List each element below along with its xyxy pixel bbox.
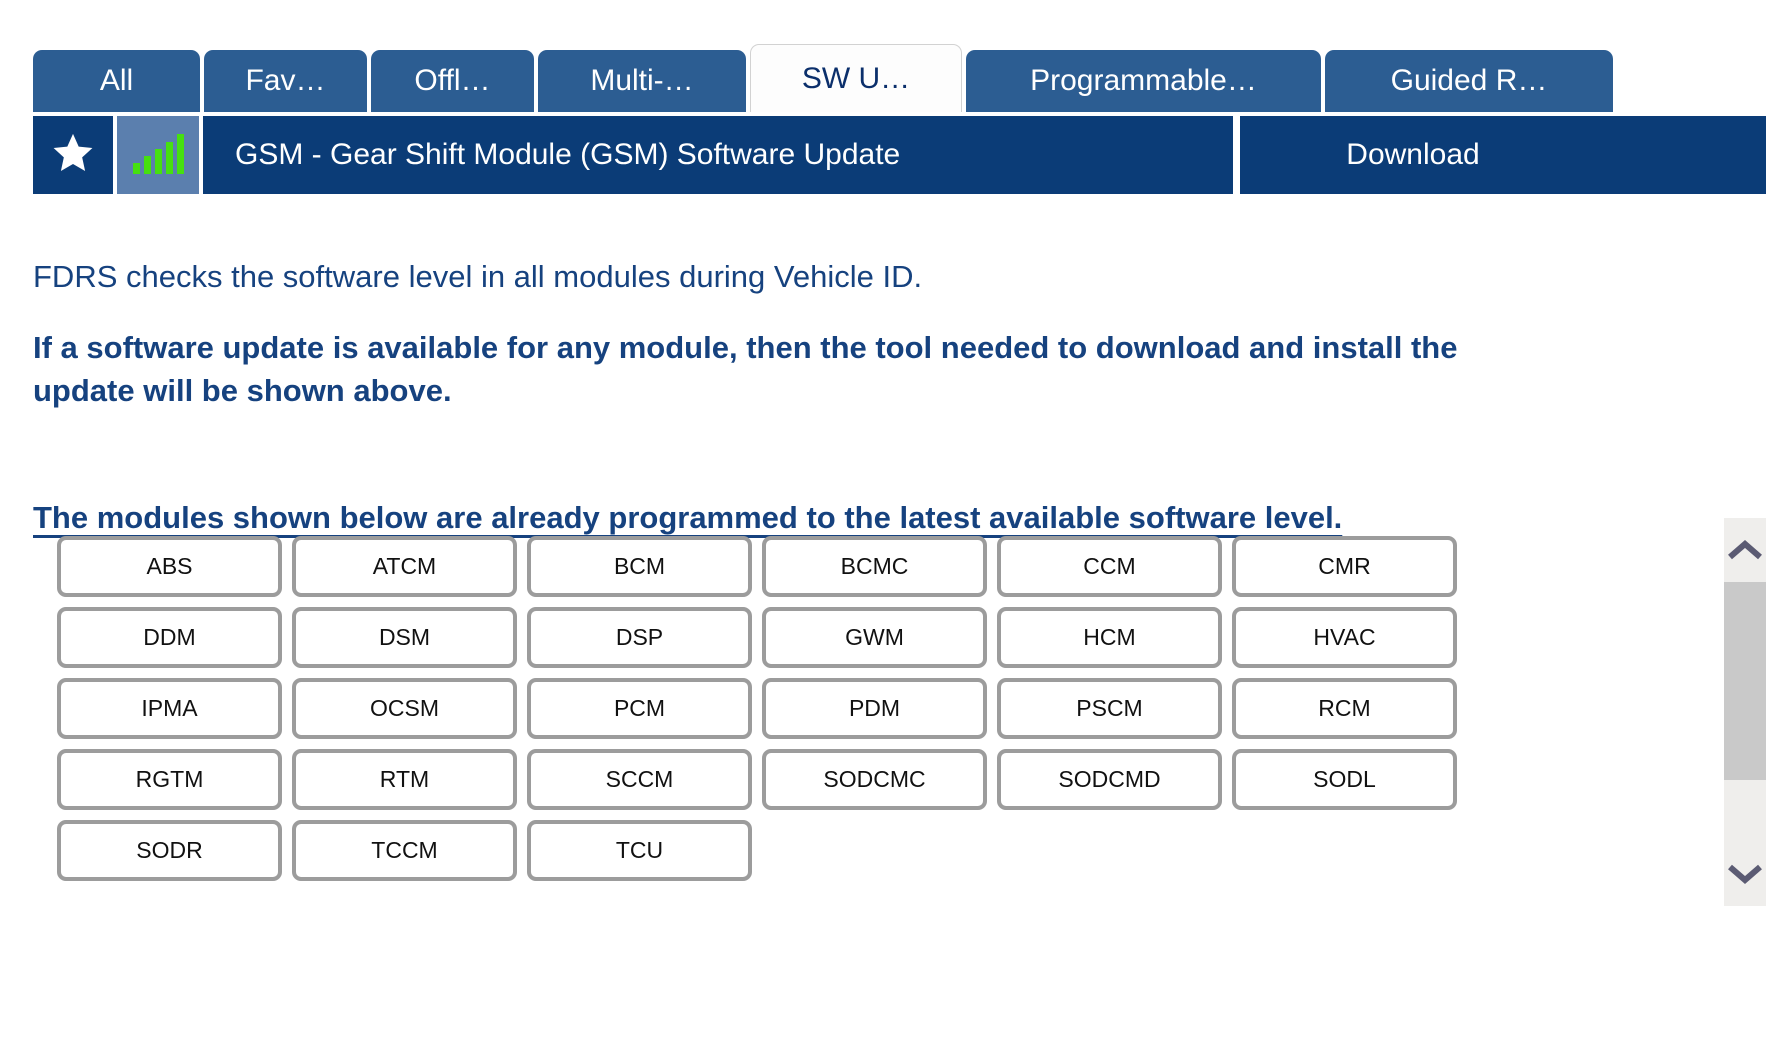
scroll-down-button[interactable] — [1724, 842, 1766, 906]
tab-strip: All Fav… Offl… Multi-… SW U… Programmabl… — [0, 0, 1766, 112]
module-button[interactable]: RCM — [1232, 678, 1457, 739]
module-title-text: GSM - Gear Shift Module (GSM) Software U… — [235, 138, 900, 172]
module-title: GSM - Gear Shift Module (GSM) Software U… — [203, 116, 1233, 194]
module-button[interactable]: SCCM — [527, 749, 752, 810]
tab-label: Multi-… — [590, 66, 693, 96]
module-button[interactable]: PCM — [527, 678, 752, 739]
tab-label: Programmable… — [1030, 66, 1257, 96]
download-label: Download — [1346, 138, 1479, 172]
signal-bars-icon — [133, 134, 184, 174]
modules-latest-heading: The modules shown below are already prog… — [0, 412, 1375, 536]
tab-label: All — [100, 66, 133, 96]
tab-label: Fav… — [245, 66, 325, 96]
module-button[interactable]: DSM — [292, 607, 517, 668]
module-header-bar: GSM - Gear Shift Module (GSM) Software U… — [33, 116, 1766, 194]
tab-offline[interactable]: Offl… — [371, 50, 534, 112]
module-button[interactable]: TCU — [527, 820, 752, 881]
module-button[interactable]: DDM — [57, 607, 282, 668]
module-button[interactable]: ABS — [57, 536, 282, 597]
tab-all[interactable]: All — [33, 50, 200, 112]
module-button[interactable]: GWM — [762, 607, 987, 668]
module-button[interactable]: BCM — [527, 536, 752, 597]
module-button[interactable]: BCMC — [762, 536, 987, 597]
tab-programmable[interactable]: Programmable… — [966, 50, 1321, 112]
module-button[interactable]: DSP — [527, 607, 752, 668]
content-area: FDRS checks the software level in all mo… — [0, 194, 1766, 536]
tab-guided-routines[interactable]: Guided R… — [1325, 50, 1613, 112]
module-grid: ABS ATCM BCM BCMC CCM CMR DDM DSM DSP GW… — [57, 536, 1477, 881]
info-paragraph-2: If a software update is available for an… — [0, 299, 1583, 413]
module-button[interactable]: TCCM — [292, 820, 517, 881]
scroll-up-button[interactable] — [1724, 518, 1766, 582]
module-button[interactable]: SODL — [1232, 749, 1457, 810]
module-button[interactable]: SODCMD — [997, 749, 1222, 810]
scrollbar-thumb[interactable] — [1724, 582, 1766, 780]
download-button[interactable]: Download — [1240, 116, 1766, 194]
tab-label: Offl… — [414, 66, 490, 96]
star-icon — [50, 131, 96, 180]
heading-row: The modules shown below are already prog… — [0, 412, 1766, 536]
tab-favorites[interactable]: Fav… — [204, 50, 367, 112]
module-button[interactable]: HCM — [997, 607, 1222, 668]
module-button[interactable]: IPMA — [57, 678, 282, 739]
module-button[interactable]: PSCM — [997, 678, 1222, 739]
module-button[interactable]: ATCM — [292, 536, 517, 597]
tab-sw-update[interactable]: SW U… — [750, 44, 962, 112]
module-button[interactable]: HVAC — [1232, 607, 1457, 668]
favorite-button[interactable] — [33, 116, 113, 194]
module-button[interactable]: OCSM — [292, 678, 517, 739]
module-button[interactable]: RTM — [292, 749, 517, 810]
module-button[interactable]: SODCMC — [762, 749, 987, 810]
module-button[interactable]: CCM — [997, 536, 1222, 597]
vertical-scrollbar[interactable] — [1724, 518, 1766, 906]
tab-label: Guided R… — [1391, 66, 1548, 96]
module-button[interactable]: CMR — [1232, 536, 1457, 597]
module-button[interactable]: RGTM — [57, 749, 282, 810]
tab-multi[interactable]: Multi-… — [538, 50, 746, 112]
module-button[interactable]: SODR — [57, 820, 282, 881]
info-paragraph-1: FDRS checks the software level in all mo… — [0, 194, 1766, 299]
tab-label: SW U… — [802, 64, 910, 94]
module-grid-wrapper: ABS ATCM BCM BCMC CCM CMR DDM DSM DSP GW… — [57, 536, 1477, 881]
signal-strength-button[interactable] — [117, 116, 199, 194]
module-button[interactable]: PDM — [762, 678, 987, 739]
chevron-down-icon — [1728, 863, 1762, 885]
scrollbar-track[interactable] — [1724, 582, 1766, 842]
chevron-up-icon — [1728, 539, 1762, 561]
